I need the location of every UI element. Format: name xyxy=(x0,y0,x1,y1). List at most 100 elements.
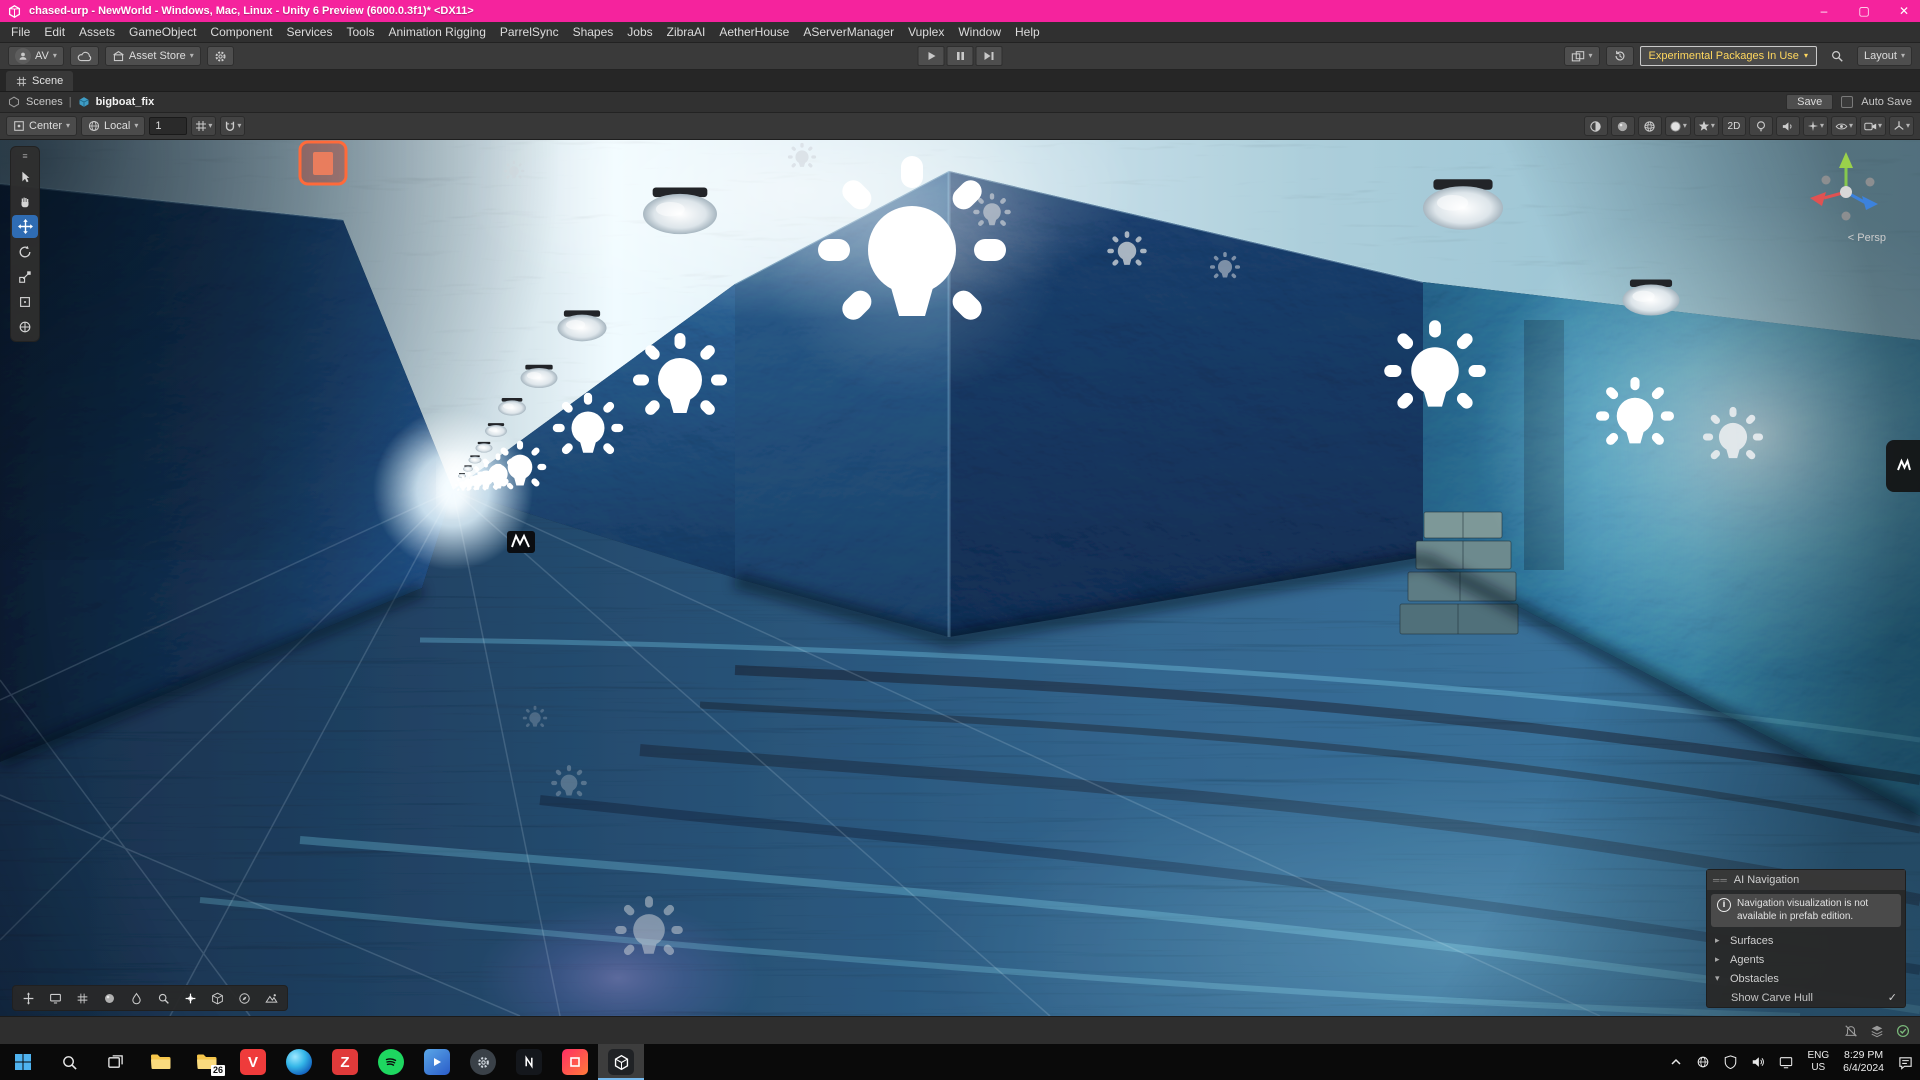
scene-fx-dropdown[interactable]: ▾ xyxy=(1694,116,1719,136)
menu-parrelsync[interactable]: ParrelSync xyxy=(493,25,566,39)
menu-tools[interactable]: Tools xyxy=(339,25,381,39)
breadcrumb-prefab-name[interactable]: bigboat_fix xyxy=(96,96,155,108)
layers-icon[interactable] xyxy=(1870,1024,1884,1038)
overlay-paint-icon[interactable] xyxy=(124,988,149,1009)
nav-section-obstacles[interactable]: ▾Obstacles xyxy=(1707,969,1905,988)
spotify-icon[interactable] xyxy=(368,1044,414,1080)
transform-tool[interactable] xyxy=(12,315,38,338)
tab-scene[interactable]: Scene xyxy=(6,71,73,91)
overlay-move-icon[interactable] xyxy=(16,988,41,1009)
search-button[interactable] xyxy=(1823,46,1851,66)
taskbar-search-button[interactable] xyxy=(46,1044,92,1080)
tool-handle-pivot-dropdown[interactable]: Center ▾ xyxy=(6,116,77,136)
pause-button[interactable] xyxy=(947,46,974,66)
scene-render[interactable] xyxy=(0,140,1920,1016)
start-button[interactable] xyxy=(0,1044,46,1080)
asset-store-button[interactable]: Asset Store ▾ xyxy=(105,46,201,66)
overlay-search-icon[interactable] xyxy=(151,988,176,1009)
overlay-transform-icon[interactable] xyxy=(178,988,203,1009)
orientation-gizmo[interactable] xyxy=(1798,148,1894,232)
draw-mode-dropdown[interactable] xyxy=(1584,116,1608,136)
rotate-tool[interactable] xyxy=(12,240,38,263)
menu-vuplex[interactable]: Vuplex xyxy=(901,25,951,39)
scene-visibility-dropdown[interactable]: ▾ xyxy=(1831,116,1857,136)
tool-handle-rotation-dropdown[interactable]: Local ▾ xyxy=(81,116,145,136)
dark-app-icon[interactable] xyxy=(506,1044,552,1080)
overlay-grid-icon[interactable] xyxy=(70,988,95,1009)
collapsed-overlay-handle[interactable] xyxy=(1886,440,1920,492)
tray-shield-icon[interactable] xyxy=(1717,1044,1744,1080)
menu-gameobject[interactable]: GameObject xyxy=(122,25,203,39)
multi-window-button[interactable]: ▾ xyxy=(1564,46,1600,66)
menu-assets[interactable]: Assets xyxy=(72,25,122,39)
step-button[interactable] xyxy=(976,46,1003,66)
edge-browser-icon[interactable] xyxy=(276,1044,322,1080)
ceiling-light-fixture[interactable] xyxy=(1423,179,1503,229)
unity-editor-taskbar-icon[interactable] xyxy=(598,1044,644,1080)
notifications-muted-icon[interactable] xyxy=(1844,1024,1858,1038)
menu-aetherhouse[interactable]: AetherHouse xyxy=(712,25,796,39)
ceiling-light-fixture[interactable] xyxy=(463,465,473,471)
overlay-display-icon[interactable] xyxy=(43,988,68,1009)
tray-display-icon[interactable] xyxy=(1772,1044,1800,1080)
services-gear-button[interactable] xyxy=(207,46,234,66)
check-circle-icon[interactable] xyxy=(1896,1024,1910,1038)
hidden-icons-chevron[interactable] xyxy=(1663,1044,1689,1080)
overlay-package-icon[interactable] xyxy=(205,988,230,1009)
dark-gizmo-icon[interactable] xyxy=(507,531,535,553)
gear-app-icon[interactable] xyxy=(460,1044,506,1080)
menu-component[interactable]: Component xyxy=(203,25,279,39)
shaded-wireframe-toggle[interactable] xyxy=(1611,116,1635,136)
gizmos-dropdown[interactable]: ▾ xyxy=(1889,116,1914,136)
save-button[interactable]: Save xyxy=(1786,94,1833,110)
scene-camera-dropdown[interactable]: ▾ xyxy=(1860,116,1886,136)
menu-aservermanager[interactable]: AServerManager xyxy=(796,25,901,39)
language-indicator[interactable]: ENG US xyxy=(1800,1044,1836,1080)
tray-volume-icon[interactable] xyxy=(1744,1044,1772,1080)
menu-shapes[interactable]: Shapes xyxy=(566,25,621,39)
tray-network-icon[interactable] xyxy=(1689,1044,1717,1080)
menu-edit[interactable]: Edit xyxy=(37,25,72,39)
account-button[interactable]: AV ▾ xyxy=(8,46,64,66)
undo-history-button[interactable] xyxy=(1606,46,1634,66)
play-button[interactable] xyxy=(918,46,945,66)
overlay-sphere-icon[interactable] xyxy=(97,988,122,1009)
snap-increment-dropdown[interactable]: ▾ xyxy=(220,116,245,136)
taskbar-clock[interactable]: 8:29 PM 6/4/2024 xyxy=(1836,1044,1891,1080)
ceiling-light-fixture[interactable] xyxy=(557,310,606,341)
effects-visibility-dropdown[interactable]: ▾ xyxy=(1803,116,1828,136)
z-app-icon[interactable]: Z xyxy=(322,1044,368,1080)
action-center-button[interactable] xyxy=(1891,1044,1920,1080)
move-tool[interactable] xyxy=(12,215,38,238)
debug-draw-dropdown[interactable]: ▾ xyxy=(1665,116,1691,136)
auto-save-checkbox[interactable] xyxy=(1841,96,1853,108)
cloud-button[interactable] xyxy=(70,46,99,66)
overlay-navigation-icon[interactable] xyxy=(232,988,257,1009)
menu-file[interactable]: File xyxy=(4,25,37,39)
maximize-button[interactable]: ▢ xyxy=(1848,0,1880,22)
ceiling-light-fixture[interactable] xyxy=(485,423,507,437)
menu-window[interactable]: Window xyxy=(951,25,1008,39)
ceiling-light-fixture[interactable] xyxy=(475,442,492,453)
ceiling-light-fixture[interactable] xyxy=(498,398,526,416)
overlay-terrain-icon[interactable] xyxy=(259,988,284,1009)
nav-show-carve-hull[interactable]: Show Carve Hull✓ xyxy=(1707,988,1905,1007)
file-explorer-icon[interactable] xyxy=(138,1044,184,1080)
menu-help[interactable]: Help xyxy=(1008,25,1047,39)
menu-services[interactable]: Services xyxy=(279,25,339,39)
folder-badge-icon[interactable]: 26 xyxy=(184,1044,230,1080)
projection-label[interactable]: < Persp xyxy=(1848,232,1886,244)
wireframe-toggle[interactable] xyxy=(1638,116,1662,136)
ceiling-light-fixture[interactable] xyxy=(521,365,558,388)
view-tool[interactable] xyxy=(12,190,38,213)
ceiling-light-fixture[interactable] xyxy=(1622,280,1679,316)
grid-size-input[interactable] xyxy=(149,117,187,135)
menu-jobs[interactable]: Jobs xyxy=(620,25,659,39)
scale-tool[interactable] xyxy=(12,265,38,288)
rect-tool[interactable] xyxy=(12,290,38,313)
ceiling-light-fixture[interactable] xyxy=(643,187,717,234)
select-tool[interactable] xyxy=(12,165,38,188)
scene-viewport[interactable]: ≡ xyxy=(0,140,1920,1016)
experimental-packages-button[interactable]: Experimental Packages In Use ▾ xyxy=(1640,46,1817,66)
prefab-marker-icon[interactable] xyxy=(300,142,346,184)
